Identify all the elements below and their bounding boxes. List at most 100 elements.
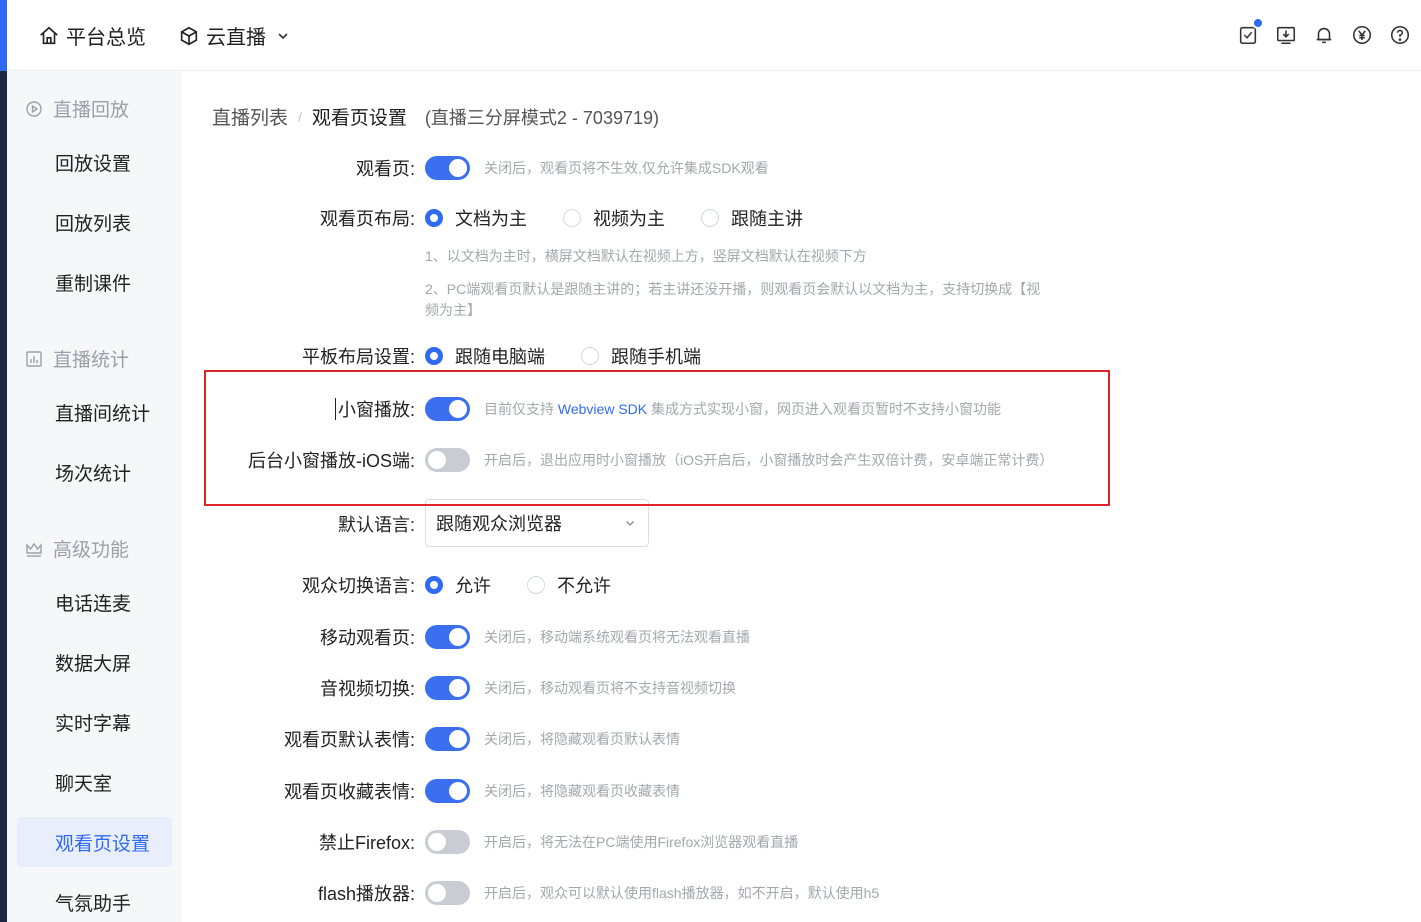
setting-row-layout: 观看页布局: 文档为主 视频为主 跟随主讲 (182, 205, 1421, 231)
breadcrumb: 直播列表 / 观看页设置 (直播三分屏模式2 - 7039719) (212, 103, 659, 130)
setting-hint: 关闭后，移动观看页将不支持音视频切换 (484, 680, 736, 696)
av-switch-toggle[interactable] (425, 676, 470, 700)
sidebar-item-live-subtitles[interactable]: 实时字幕 (17, 697, 172, 747)
sidebar-dark-strip (0, 71, 7, 922)
nav-cloud-live[interactable]: 云直播 (178, 0, 290, 71)
radio-dot (563, 209, 581, 227)
sidebar-item-replay-settings[interactable]: 回放设置 (17, 137, 172, 187)
setting-row-mobile-watch-page: 移动观看页: 关闭后，移动端系统观看页将无法观看直播 (182, 624, 1421, 650)
setting-hint: 关闭后，将隐藏观看页收藏表情 (484, 783, 680, 799)
radio-label: 允许 (455, 576, 491, 596)
radio-layout-doc[interactable]: 文档为主 (425, 205, 527, 231)
nav-platform-overview[interactable]: 平台总览 (38, 0, 146, 71)
play-circle-icon (25, 100, 43, 118)
top-bar: 平台总览 云直播 (0, 0, 1421, 71)
setting-label: 观看页: (355, 159, 415, 179)
radio-tablet-mobile[interactable]: 跟随手机端 (581, 343, 701, 369)
radio-label: 不允许 (557, 576, 611, 596)
radio-label: 跟随手机端 (611, 347, 701, 367)
cube-icon (178, 25, 200, 47)
top-icon-group (1223, 17, 1413, 52)
radio-tablet-pc[interactable]: 跟随电脑端 (425, 343, 545, 369)
sidebar-item-remake-courseware[interactable]: 重制课件 (17, 257, 172, 307)
setting-row-block-firefox: 禁止Firefox: 开启后，将无法在PC端使用Firefox浏览器观看直播 (182, 829, 1421, 855)
mobile-watch-page-toggle[interactable] (425, 625, 470, 649)
setting-row-default-language: 默认语言: 跟随观众浏览器 (182, 499, 1421, 549)
setting-row-av-switch: 音视频切换: 关闭后，移动观看页将不支持音视频切换 (182, 675, 1421, 701)
breadcrumb-context: (直播三分屏模式2 - 7039719) (424, 107, 659, 128)
sidebar-item-replay-list[interactable]: 回放列表 (17, 197, 172, 247)
setting-hint: 关闭后，观看页将不生效,仅允许集成SDK观看 (484, 160, 769, 176)
help-icon[interactable] (1387, 22, 1413, 48)
setting-row-watch-page: 观看页: 关闭后，观看页将不生效,仅允许集成SDK观看 (182, 155, 1421, 181)
radio-dot (425, 347, 443, 365)
bar-chart-icon (25, 350, 43, 368)
download-icon[interactable] (1273, 22, 1299, 48)
sidebar-item-atmosphere-assistant[interactable]: 气氛助手 (17, 877, 172, 922)
task-check-icon[interactable] (1235, 17, 1264, 48)
radio-allow[interactable]: 允许 (425, 572, 491, 598)
setting-label: flash播放器: (317, 884, 415, 904)
setting-row-fav-emoji: 观看页收藏表情: 关闭后，将隐藏观看页收藏表情 (182, 778, 1421, 804)
nav-platform-overview-label: 平台总览 (66, 27, 146, 49)
setting-hint: 开启后，观众可以默认使用flash播放器，如不开启，默认使用h5 (484, 885, 880, 901)
fav-emoji-toggle[interactable] (425, 779, 470, 803)
sidebar-group-stats: 直播统计 (25, 345, 129, 372)
setting-label: 观看页布局: (319, 209, 415, 229)
flash-player-toggle[interactable] (425, 881, 470, 905)
home-icon (38, 25, 60, 47)
radio-label: 跟随电脑端 (455, 347, 545, 367)
setting-label: 平板布局设置: (301, 347, 415, 367)
sidebar-item-watch-page-settings[interactable]: 观看页设置 (17, 817, 172, 867)
yuan-icon[interactable] (1349, 22, 1375, 48)
breadcrumb-current: 观看页设置 (311, 108, 407, 129)
radio-layout-follow[interactable]: 跟随主讲 (701, 205, 803, 231)
bell-icon[interactable] (1311, 22, 1337, 48)
layout-note-1: 1、以文档为主时，横屏文档默认在视频上方，竖屏文档默认在视频下方 (425, 248, 867, 264)
setting-label: 禁止Firefox: (318, 833, 415, 853)
setting-label: 观看页收藏表情: (283, 782, 415, 802)
sidebar-group-advanced: 高级功能 (25, 535, 129, 562)
sidebar-group-label: 高级功能 (53, 540, 130, 561)
sidebar-item-session-stats[interactable]: 场次统计 (17, 447, 172, 497)
setting-label: 默认语言: (337, 515, 415, 535)
sidebar: 直播回放 回放设置 回放列表 重制课件 直播统计 直播间统计 场次统计 高级功能… (7, 71, 182, 922)
radio-label: 视频为主 (593, 209, 665, 229)
text-cursor (335, 398, 336, 420)
breadcrumb-separator: / (298, 108, 302, 125)
sidebar-item-phone-mic[interactable]: 电话连麦 (17, 577, 172, 627)
sidebar-item-room-stats[interactable]: 直播间统计 (17, 387, 172, 437)
chevron-down-icon (276, 29, 290, 43)
radio-disallow[interactable]: 不允许 (527, 572, 611, 598)
task-badge-dot (1252, 17, 1264, 29)
crown-icon (25, 540, 43, 558)
radio-dot (581, 347, 599, 365)
watch-page-toggle[interactable] (425, 156, 470, 180)
radio-dot (527, 576, 545, 594)
sidebar-item-data-screen[interactable]: 数据大屏 (17, 637, 172, 687)
setting-label: 观看页默认表情: (283, 730, 415, 750)
sidebar-group-label: 直播统计 (53, 350, 130, 371)
setting-row-tablet-layout: 平板布局设置: 跟随电脑端 跟随手机端 (182, 343, 1421, 369)
select-value: 跟随观众浏览器 (436, 514, 562, 534)
setting-hint: 开启后，将无法在PC端使用Firefox浏览器观看直播 (484, 834, 799, 850)
radio-label: 文档为主 (455, 209, 527, 229)
setting-row-default-emoji: 观看页默认表情: 关闭后，将隐藏观看页默认表情 (182, 726, 1421, 752)
chevron-down-icon (624, 517, 636, 529)
layout-note-2: 2、PC端观看页默认是跟随主讲的；若主讲还没开播，则观看页会默认以文档为主，支持… (425, 281, 1041, 318)
setting-label: 移动观看页: (319, 628, 415, 648)
default-emoji-toggle[interactable] (425, 727, 470, 751)
setting-row-flash-player: flash播放器: 开启后，观众可以默认使用flash播放器，如不开启，默认使用… (182, 880, 1421, 906)
default-language-select[interactable]: 跟随观众浏览器 (425, 499, 649, 547)
setting-label: 观众切换语言: (301, 576, 415, 596)
block-firefox-toggle[interactable] (425, 830, 470, 854)
radio-dot (701, 209, 719, 227)
highlight-annotation-box (204, 370, 1110, 506)
setting-row-audience-switch-language: 观众切换语言: 允许 不允许 (182, 572, 1421, 598)
radio-label: 跟随主讲 (731, 209, 803, 229)
setting-hint: 关闭后，移动端系统观看页将无法观看直播 (484, 629, 750, 645)
breadcrumb-parent-link[interactable]: 直播列表 (212, 103, 288, 130)
radio-layout-video[interactable]: 视频为主 (563, 205, 665, 231)
radio-dot (425, 576, 443, 594)
sidebar-item-chat-room[interactable]: 聊天室 (17, 757, 172, 807)
